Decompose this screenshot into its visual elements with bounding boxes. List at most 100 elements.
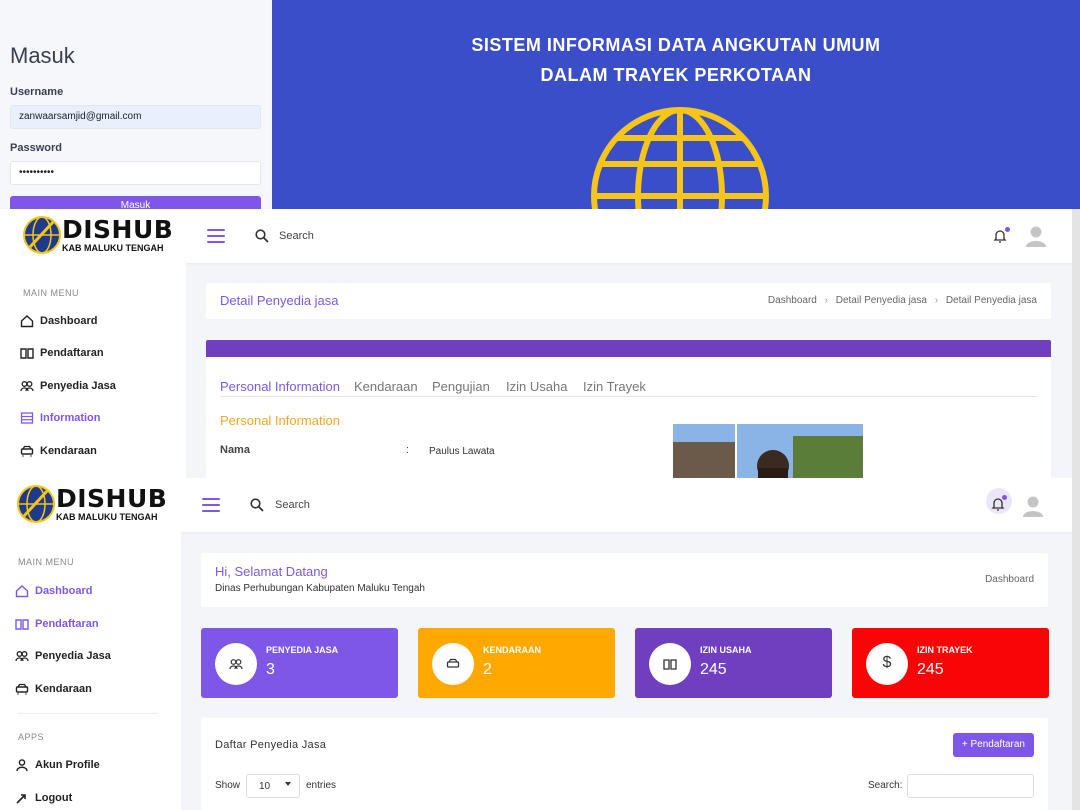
stat-value: 3 — [266, 661, 275, 678]
sidebar-item-penyedia-jasa[interactable]: Penyedia Jasa — [15, 646, 111, 666]
banner-title-line1: SISTEM INFORMASI DATA ANGKUTAN UMUM — [471, 35, 881, 55]
notification-button[interactable] — [986, 488, 1012, 514]
sidebar-item-dashboard[interactable]: Dashboard — [20, 311, 97, 331]
breadcrumb-item[interactable]: Dashboard — [768, 295, 817, 306]
field-value-nama: Paulus Lawata — [429, 446, 495, 457]
sidebar-item-kendaraan[interactable]: Kendaraan — [20, 441, 97, 461]
stat-card-penyedia-jasa[interactable]: PENYEDIA JASA 3 — [201, 628, 398, 698]
sidebar-item-information[interactable]: Information — [20, 408, 101, 428]
stat-icon-circle — [215, 643, 257, 685]
logout-icon — [16, 794, 26, 804]
notification-dot — [1005, 227, 1010, 232]
brand-subtitle: KAB MALUKU TENGAH — [56, 512, 158, 522]
field-separator: : — [406, 444, 410, 456]
user-avatar-icon[interactable] — [1026, 225, 1046, 247]
stat-label: PENYEDIA JASA — [266, 645, 339, 655]
login-title: Masuk — [10, 43, 75, 68]
tab-divider — [220, 396, 1037, 397]
chevron-right-icon: › — [824, 295, 828, 306]
login-button[interactable]: Masuk — [10, 196, 261, 209]
sidebar-heading: MAIN MENU — [18, 557, 74, 567]
banner-title-line2: DALAM TRAYEK PERKOTAAN — [540, 65, 812, 85]
stat-card-izin-trayek[interactable]: $ IZIN TRAYEK 245 — [852, 628, 1049, 698]
chevron-down-icon — [285, 782, 291, 786]
login-form: Masuk Username zanwaarsamjid@gmail.com P… — [0, 0, 272, 209]
users-icon — [20, 381, 34, 392]
entries-select[interactable]: 10 — [246, 774, 300, 798]
username-input[interactable]: zanwaarsamjid@gmail.com — [10, 105, 261, 129]
search-input[interactable]: Search — [279, 230, 314, 242]
field-label-nama: Nama — [220, 444, 250, 456]
stat-card-kendaraan[interactable]: KENDARAAN 2 — [418, 628, 615, 698]
menu-toggle-icon[interactable] — [207, 229, 225, 243]
password-input[interactable]: •••••••••• — [10, 161, 261, 185]
scrollbar[interactable] — [1072, 478, 1080, 810]
notification-button[interactable] — [990, 222, 1016, 248]
sidebar-item-penyedia-jasa[interactable]: Penyedia Jasa — [20, 376, 116, 396]
show-label: Show — [215, 780, 241, 791]
entries-value: 10 — [259, 781, 271, 792]
breadcrumb-item[interactable]: Detail Penyedia jasa — [836, 295, 927, 306]
page-title-bar: Detail Penyedia jasa Dashboard › Detail … — [206, 283, 1051, 319]
sidebar-item-dashboard[interactable]: Dashboard — [15, 581, 92, 601]
username-label: Username — [10, 86, 64, 98]
welcome-title: Hi, Selamat Datang — [215, 564, 328, 579]
sidebar-item-logout[interactable]: Logout — [15, 788, 72, 808]
table-search-input[interactable] — [907, 774, 1034, 798]
sidebar-item-label: Information — [40, 412, 101, 424]
users-icon — [15, 651, 29, 662]
user-icon — [16, 759, 28, 772]
sidebar-item-label: Dashboard — [35, 585, 93, 597]
page-title: Detail Penyedia jasa — [220, 293, 339, 308]
brand-logo[interactable]: DISHUB KAB MALUKU TENGAH — [22, 211, 174, 259]
brand-name: DISHUB — [62, 215, 174, 244]
search-icon[interactable] — [250, 498, 264, 512]
breadcrumb: Dashboard › Detail Penyedia jasa › Detai… — [768, 295, 1037, 306]
tab-personal-information[interactable]: Personal Information — [220, 379, 340, 394]
password-label: Password — [10, 142, 62, 154]
scrollbar[interactable] — [1072, 209, 1080, 478]
tab-izin-usaha[interactable]: Izin Usaha — [506, 379, 567, 394]
stat-card-izin-usaha[interactable]: IZIN USAHA 245 — [635, 628, 832, 698]
stat-label: KENDARAAN — [483, 645, 541, 655]
tab-pengujian[interactable]: Pengujian — [432, 379, 490, 394]
sidebar-item-pendaftaran[interactable]: Pendaftaran — [15, 614, 99, 634]
car-icon — [15, 683, 29, 695]
sidebar: MAIN MENU Dashboard Pendaftaran Penyedia… — [0, 263, 186, 478]
brand-logo[interactable]: DISHUB KAB MALUKU TENGAH — [16, 480, 168, 528]
sidebar-item-pendaftaran[interactable]: Pendaftaran — [20, 343, 104, 363]
list-icon — [20, 412, 34, 424]
dishub-logo-icon — [17, 485, 55, 523]
home-icon — [20, 315, 34, 328]
book-icon — [663, 659, 677, 670]
table-card: Daftar Penyedia Jasa + Pendaftaran Show … — [201, 718, 1048, 810]
search-input[interactable]: Search — [275, 499, 310, 511]
users-icon — [229, 659, 243, 670]
menu-toggle-icon[interactable] — [202, 498, 220, 512]
sidebar-item-label: Pendaftaran — [40, 347, 104, 359]
breadcrumb[interactable]: Dashboard — [985, 574, 1034, 585]
book-icon — [15, 619, 29, 630]
stat-icon-circle — [649, 643, 691, 685]
sidebar-item-akun-profile[interactable]: Akun Profile — [15, 755, 100, 775]
stat-label: IZIN USAHA — [700, 645, 752, 655]
user-avatar-icon[interactable] — [1023, 495, 1043, 517]
add-pendaftaran-button[interactable]: + Pendaftaran — [952, 733, 1034, 757]
sidebar-item-label: Logout — [35, 792, 73, 804]
dishub-logo-icon — [23, 216, 61, 254]
car-icon — [20, 445, 34, 457]
brand-name: DISHUB — [56, 484, 168, 513]
tab-izin-trayek[interactable]: Izin Trayek — [583, 379, 646, 394]
stat-value: 2 — [483, 661, 492, 678]
table-search-label: Search: — [868, 780, 903, 791]
tab-kendaraan[interactable]: Kendaraan — [354, 379, 418, 394]
stat-label: IZIN TRAYEK — [917, 645, 973, 655]
sidebar-heading: MAIN MENU — [23, 288, 79, 298]
sidebar: MAIN MENU Dashboard Pendaftaran Penyedia… — [0, 532, 181, 810]
welcome-card: Hi, Selamat Datang Dinas Perhubungan Kab… — [201, 553, 1048, 607]
stat-value: 245 — [917, 661, 944, 678]
search-icon[interactable] — [255, 229, 269, 243]
sidebar-item-label: Penyedia Jasa — [40, 380, 116, 392]
sidebar-item-kendaraan[interactable]: Kendaraan — [15, 679, 92, 699]
sidebar-apps-heading: APPS — [18, 732, 45, 742]
